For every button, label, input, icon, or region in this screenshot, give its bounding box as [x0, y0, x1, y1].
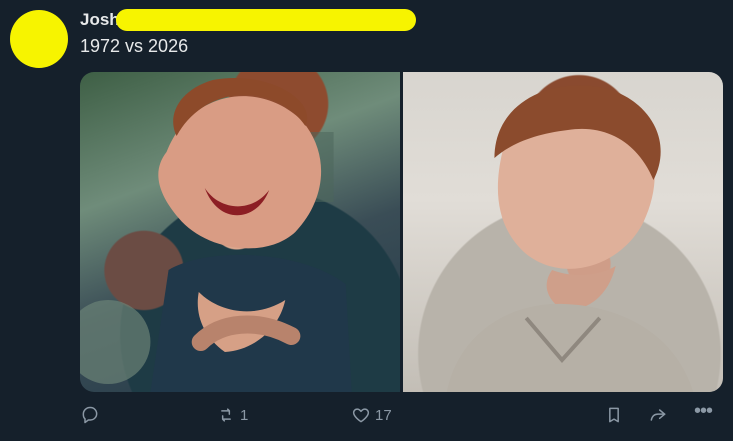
tweet-actions: 1 17 ••• — [80, 400, 723, 428]
laughing-woman-illustration — [80, 78, 352, 392]
bookmark-icon — [609, 407, 619, 423]
share-button[interactable] — [648, 402, 668, 428]
more-button[interactable]: ••• — [694, 400, 713, 428]
media-grid — [80, 72, 723, 392]
repost-count: 1 — [240, 406, 249, 424]
more-icon: ••• — [694, 400, 713, 422]
author-row: Josh — [80, 9, 120, 31]
like-button[interactable]: 17 — [351, 402, 392, 428]
repost-icon — [221, 408, 231, 422]
media-image-right[interactable] — [403, 72, 723, 392]
share-icon — [650, 409, 666, 421]
author-name[interactable]: Josh — [80, 10, 120, 30]
bookmark-button[interactable] — [604, 402, 624, 428]
like-count: 17 — [375, 406, 392, 424]
avatar[interactable] — [10, 10, 68, 68]
tweet-post: Josh 1972 vs 2026 1 17 ••• — [0, 0, 733, 441]
post-text: 1972 vs 2026 — [80, 36, 189, 56]
like-icon — [352, 408, 370, 423]
redaction-mark — [116, 9, 416, 31]
media-image-left[interactable] — [80, 72, 400, 392]
tearful-woman-illustration — [446, 85, 694, 392]
reply-icon — [82, 406, 98, 424]
reply-button[interactable] — [80, 402, 100, 428]
repost-button[interactable]: 1 — [216, 402, 248, 428]
